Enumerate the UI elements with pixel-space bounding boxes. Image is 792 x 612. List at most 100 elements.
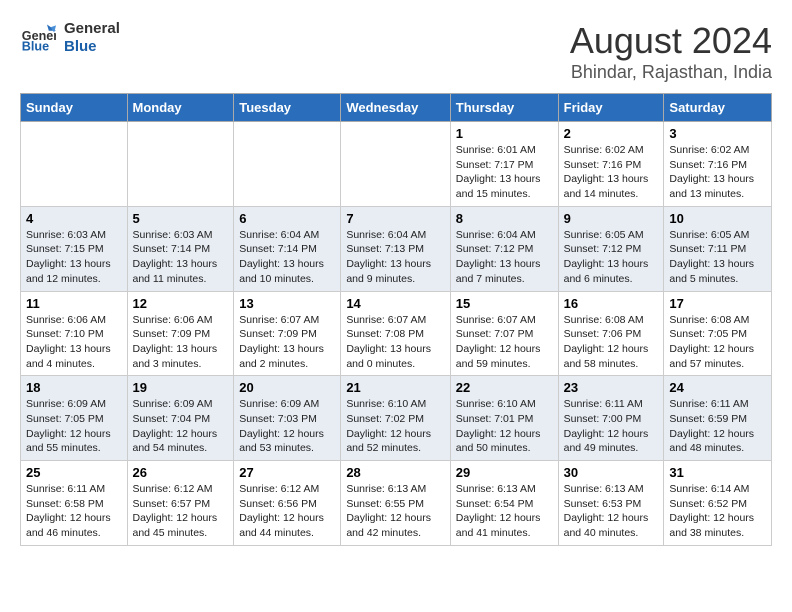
calendar-cell: 4 Sunrise: 6:03 AMSunset: 7:15 PMDaylight… <box>21 206 128 291</box>
day-info: Sunrise: 6:09 AMSunset: 7:03 PMDaylight:… <box>239 397 335 456</box>
day-info: Sunrise: 6:02 AMSunset: 7:16 PMDaylight:… <box>669 143 766 202</box>
calendar-cell: 6 Sunrise: 6:04 AMSunset: 7:14 PMDaylight… <box>234 206 341 291</box>
day-number: 30 <box>564 465 659 480</box>
calendar-cell <box>21 122 128 207</box>
calendar-cell: 30 Sunrise: 6:13 AMSunset: 6:53 PMDayligh… <box>558 461 664 546</box>
svg-text:Blue: Blue <box>22 40 49 54</box>
logo-text-line1: General <box>64 20 120 38</box>
calendar-cell: 3 Sunrise: 6:02 AMSunset: 7:16 PMDaylight… <box>664 122 772 207</box>
day-number: 15 <box>456 296 553 311</box>
day-info: Sunrise: 6:11 AMSunset: 6:58 PMDaylight:… <box>26 482 122 541</box>
day-info: Sunrise: 6:05 AMSunset: 7:11 PMDaylight:… <box>669 228 766 287</box>
day-number: 25 <box>26 465 122 480</box>
day-info: Sunrise: 6:07 AMSunset: 7:07 PMDaylight:… <box>456 313 553 372</box>
header-sunday: Sunday <box>21 94 128 122</box>
day-info: Sunrise: 6:07 AMSunset: 7:09 PMDaylight:… <box>239 313 335 372</box>
calendar-header-row: SundayMondayTuesdayWednesdayThursdayFrid… <box>21 94 772 122</box>
day-info: Sunrise: 6:14 AMSunset: 6:52 PMDaylight:… <box>669 482 766 541</box>
calendar-title-area: August 2024 Bhindar, Rajasthan, India <box>570 20 772 83</box>
calendar-cell: 15 Sunrise: 6:07 AMSunset: 7:07 PMDayligh… <box>450 291 558 376</box>
day-info: Sunrise: 6:06 AMSunset: 7:09 PMDaylight:… <box>133 313 229 372</box>
header-saturday: Saturday <box>664 94 772 122</box>
day-number: 21 <box>346 380 444 395</box>
calendar-week-row: 25 Sunrise: 6:11 AMSunset: 6:58 PMDayligh… <box>21 461 772 546</box>
header-tuesday: Tuesday <box>234 94 341 122</box>
calendar-cell: 17Sunrise: 6:08 AMSunset: 7:05 PMDayligh… <box>664 291 772 376</box>
calendar-table: SundayMondayTuesdayWednesdayThursdayFrid… <box>20 93 772 546</box>
day-info: Sunrise: 6:13 AMSunset: 6:55 PMDaylight:… <box>346 482 444 541</box>
day-number: 23 <box>564 380 659 395</box>
page-header: General Blue General Blue August 2024 Bh… <box>20 20 772 83</box>
calendar-location: Bhindar, Rajasthan, India <box>570 62 772 83</box>
logo-icon: General Blue <box>20 20 56 56</box>
calendar-cell: 20 Sunrise: 6:09 AMSunset: 7:03 PMDayligh… <box>234 376 341 461</box>
calendar-cell: 18 Sunrise: 6:09 AMSunset: 7:05 PMDayligh… <box>21 376 128 461</box>
calendar-cell <box>341 122 450 207</box>
day-number: 11 <box>26 296 122 311</box>
day-info: Sunrise: 6:04 AMSunset: 7:14 PMDaylight:… <box>239 228 335 287</box>
header-wednesday: Wednesday <box>341 94 450 122</box>
calendar-cell: 7Sunrise: 6:04 AMSunset: 7:13 PMDaylight… <box>341 206 450 291</box>
calendar-cell: 16 Sunrise: 6:08 AMSunset: 7:06 PMDayligh… <box>558 291 664 376</box>
calendar-cell: 12 Sunrise: 6:06 AMSunset: 7:09 PMDayligh… <box>127 291 234 376</box>
calendar-cell: 31Sunrise: 6:14 AMSunset: 6:52 PMDayligh… <box>664 461 772 546</box>
day-number: 22 <box>456 380 553 395</box>
day-info: Sunrise: 6:08 AMSunset: 7:06 PMDaylight:… <box>564 313 659 372</box>
calendar-cell: 8 Sunrise: 6:04 AMSunset: 7:12 PMDaylight… <box>450 206 558 291</box>
day-info: Sunrise: 6:10 AMSunset: 7:02 PMDaylight:… <box>346 397 444 456</box>
day-number: 19 <box>133 380 229 395</box>
calendar-cell: 27 Sunrise: 6:12 AMSunset: 6:56 PMDayligh… <box>234 461 341 546</box>
calendar-cell: 14Sunrise: 6:07 AMSunset: 7:08 PMDayligh… <box>341 291 450 376</box>
calendar-cell: 21 Sunrise: 6:10 AMSunset: 7:02 PMDayligh… <box>341 376 450 461</box>
logo: General Blue General Blue <box>20 20 120 56</box>
day-number: 2 <box>564 126 659 141</box>
day-info: Sunrise: 6:08 AMSunset: 7:05 PMDaylight:… <box>669 313 766 372</box>
day-number: 4 <box>26 211 122 226</box>
calendar-cell: 23Sunrise: 6:11 AMSunset: 7:00 PMDayligh… <box>558 376 664 461</box>
day-number: 27 <box>239 465 335 480</box>
day-number: 8 <box>456 211 553 226</box>
day-number: 28 <box>346 465 444 480</box>
day-number: 6 <box>239 211 335 226</box>
day-info: Sunrise: 6:07 AMSunset: 7:08 PMDaylight:… <box>346 313 444 372</box>
day-info: Sunrise: 6:13 AMSunset: 6:54 PMDaylight:… <box>456 482 553 541</box>
calendar-cell <box>127 122 234 207</box>
day-number: 10 <box>669 211 766 226</box>
day-info: Sunrise: 6:13 AMSunset: 6:53 PMDaylight:… <box>564 482 659 541</box>
calendar-cell <box>234 122 341 207</box>
header-monday: Monday <box>127 94 234 122</box>
day-number: 1 <box>456 126 553 141</box>
calendar-month-year: August 2024 <box>570 20 772 62</box>
day-number: 18 <box>26 380 122 395</box>
day-number: 5 <box>133 211 229 226</box>
day-number: 29 <box>456 465 553 480</box>
calendar-cell: 29 Sunrise: 6:13 AMSunset: 6:54 PMDayligh… <box>450 461 558 546</box>
calendar-week-row: 18 Sunrise: 6:09 AMSunset: 7:05 PMDayligh… <box>21 376 772 461</box>
calendar-cell: 2 Sunrise: 6:02 AMSunset: 7:16 PMDaylight… <box>558 122 664 207</box>
day-number: 12 <box>133 296 229 311</box>
day-number: 16 <box>564 296 659 311</box>
day-info: Sunrise: 6:11 AMSunset: 6:59 PMDaylight:… <box>669 397 766 456</box>
calendar-cell: 1 Sunrise: 6:01 AMSunset: 7:17 PMDaylight… <box>450 122 558 207</box>
header-friday: Friday <box>558 94 664 122</box>
day-info: Sunrise: 6:09 AMSunset: 7:05 PMDaylight:… <box>26 397 122 456</box>
day-info: Sunrise: 6:02 AMSunset: 7:16 PMDaylight:… <box>564 143 659 202</box>
day-info: Sunrise: 6:01 AMSunset: 7:17 PMDaylight:… <box>456 143 553 202</box>
day-info: Sunrise: 6:06 AMSunset: 7:10 PMDaylight:… <box>26 313 122 372</box>
calendar-cell: 22Sunrise: 6:10 AMSunset: 7:01 PMDayligh… <box>450 376 558 461</box>
calendar-cell: 19Sunrise: 6:09 AMSunset: 7:04 PMDayligh… <box>127 376 234 461</box>
calendar-week-row: 4 Sunrise: 6:03 AMSunset: 7:15 PMDaylight… <box>21 206 772 291</box>
calendar-cell: 28 Sunrise: 6:13 AMSunset: 6:55 PMDayligh… <box>341 461 450 546</box>
day-info: Sunrise: 6:04 AMSunset: 7:12 PMDaylight:… <box>456 228 553 287</box>
day-info: Sunrise: 6:05 AMSunset: 7:12 PMDaylight:… <box>564 228 659 287</box>
day-info: Sunrise: 6:12 AMSunset: 6:56 PMDaylight:… <box>239 482 335 541</box>
day-number: 3 <box>669 126 766 141</box>
day-number: 26 <box>133 465 229 480</box>
day-info: Sunrise: 6:03 AMSunset: 7:15 PMDaylight:… <box>26 228 122 287</box>
calendar-cell: 5Sunrise: 6:03 AMSunset: 7:14 PMDaylight… <box>127 206 234 291</box>
day-number: 24 <box>669 380 766 395</box>
logo-text-line2: Blue <box>64 38 120 56</box>
day-number: 20 <box>239 380 335 395</box>
calendar-cell: 9Sunrise: 6:05 AMSunset: 7:12 PMDaylight… <box>558 206 664 291</box>
calendar-cell: 10 Sunrise: 6:05 AMSunset: 7:11 PMDayligh… <box>664 206 772 291</box>
